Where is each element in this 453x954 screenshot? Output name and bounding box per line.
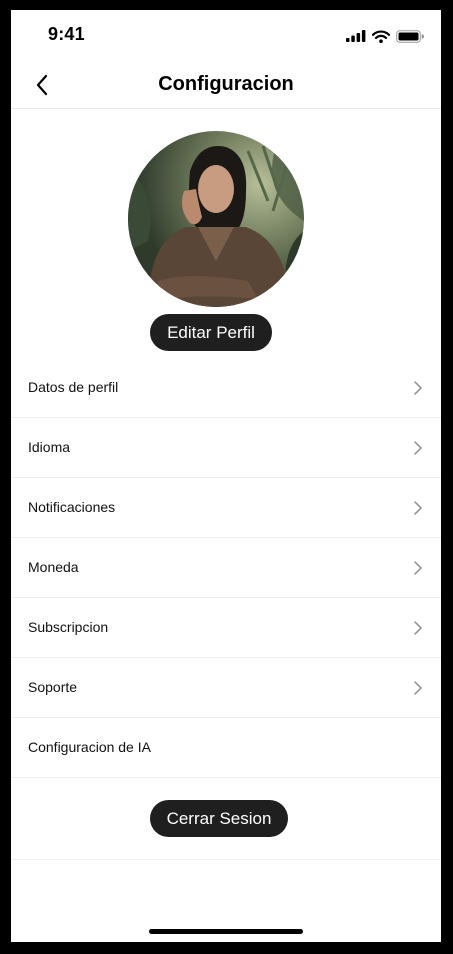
home-indicator bbox=[149, 929, 303, 934]
page-title: Configuracion bbox=[158, 73, 294, 95]
menu-item-notifications[interactable]: Notificaciones bbox=[11, 478, 441, 538]
settings-menu: Datos de perfil Idioma Notificaciones Mo… bbox=[11, 358, 441, 778]
menu-item-profile-data[interactable]: Datos de perfil bbox=[11, 358, 441, 418]
top-nav-bar: Configuracion bbox=[11, 64, 441, 109]
chevron-right-icon bbox=[414, 561, 422, 575]
status-icons bbox=[346, 29, 424, 43]
menu-item-label: Datos de perfil bbox=[28, 379, 119, 395]
phone-screen: 9:41 Configuracion Editar Perfil Datos d… bbox=[11, 10, 441, 942]
menu-item-label: Configuracion de IA bbox=[28, 739, 151, 755]
menu-item-label: Notificaciones bbox=[28, 499, 116, 515]
menu-item-subscription[interactable]: Subscripcion bbox=[11, 598, 441, 658]
chevron-right-icon bbox=[414, 381, 422, 395]
menu-item-currency[interactable]: Moneda bbox=[11, 538, 441, 598]
logout-button[interactable]: Cerrar Sesion bbox=[150, 800, 288, 837]
edit-profile-button[interactable]: Editar Perfil bbox=[150, 314, 272, 351]
divider bbox=[11, 859, 441, 860]
menu-item-label: Moneda bbox=[28, 559, 79, 575]
profile-avatar bbox=[128, 131, 304, 307]
menu-item-label: Idioma bbox=[28, 439, 71, 455]
status-time: 9:41 bbox=[48, 24, 85, 44]
menu-item-language[interactable]: Idioma bbox=[11, 418, 441, 478]
chevron-right-icon bbox=[414, 681, 422, 695]
chevron-right-icon bbox=[414, 621, 422, 635]
chevron-right-icon bbox=[414, 441, 422, 455]
menu-item-label: Soporte bbox=[28, 679, 78, 695]
chevron-right-icon bbox=[414, 501, 422, 515]
cellular-signal-icon bbox=[346, 30, 366, 42]
status-bar: 9:41 bbox=[11, 10, 441, 60]
battery-icon bbox=[396, 29, 424, 43]
menu-item-support[interactable]: Soporte bbox=[11, 658, 441, 718]
menu-item-label: Subscripcion bbox=[28, 619, 109, 635]
menu-item-ai-settings[interactable]: Configuracion de IA bbox=[11, 718, 441, 778]
wifi-icon bbox=[372, 30, 390, 43]
